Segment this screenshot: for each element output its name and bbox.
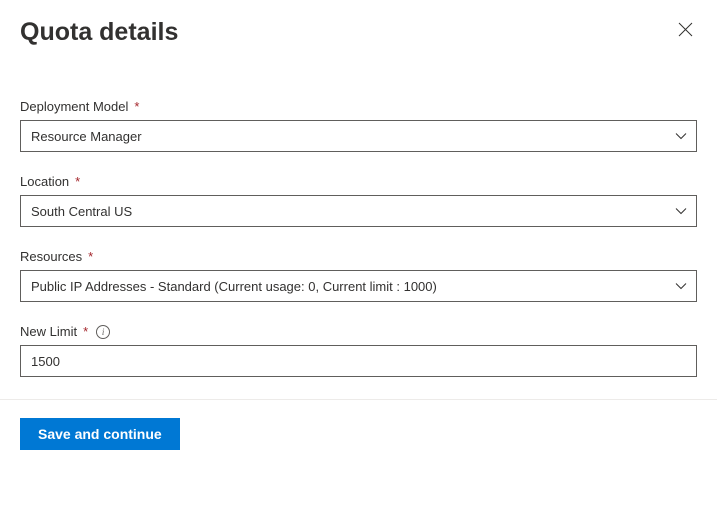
page-title: Quota details [20,18,178,47]
required-indicator: * [75,174,80,189]
divider [0,399,717,400]
location-label: Location* [20,174,697,189]
deployment-model-select[interactable]: Resource Manager [20,120,697,152]
info-icon[interactable]: i [96,325,110,339]
required-indicator: * [83,324,88,339]
new-limit-input[interactable] [20,345,697,377]
new-limit-label: New Limit* i [20,324,697,339]
resources-label: Resources* [20,249,697,264]
close-button[interactable] [674,18,697,41]
close-icon [678,22,693,37]
save-continue-button[interactable]: Save and continue [20,418,180,450]
resources-select[interactable]: Public IP Addresses - Standard (Current … [20,270,697,302]
deployment-model-label: Deployment Model* [20,99,697,114]
required-indicator: * [134,99,139,114]
required-indicator: * [88,249,93,264]
location-select[interactable]: South Central US [20,195,697,227]
